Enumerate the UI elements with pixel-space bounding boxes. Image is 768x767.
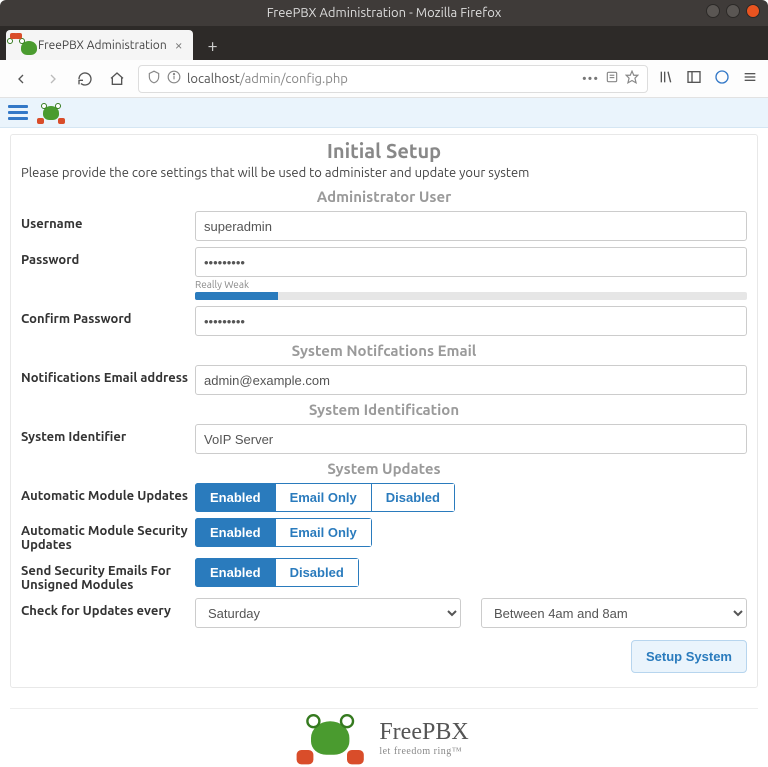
- page-actions-icon[interactable]: •••: [582, 72, 599, 86]
- tab-close-icon[interactable]: ×: [175, 37, 183, 53]
- section-sys-ident: System Identification: [21, 401, 747, 418]
- label-auto-module-sec-updates: Automatic Module Security Updates: [21, 518, 195, 552]
- page-title: Initial Setup: [21, 139, 747, 162]
- freepbx-logo-icon[interactable]: [38, 103, 64, 123]
- row-auto-module-sec-updates: Automatic Module Security Updates Enable…: [21, 518, 747, 552]
- setup-card: Initial Setup Please provide the core se…: [10, 134, 758, 688]
- reload-button[interactable]: [74, 68, 96, 90]
- hamburger-icon[interactable]: [742, 69, 758, 88]
- new-tab-button[interactable]: +: [199, 32, 227, 60]
- btn-disabled[interactable]: Disabled: [372, 483, 455, 512]
- btn-enabled[interactable]: Enabled: [195, 483, 276, 512]
- label-notif-email: Notifications Email address: [21, 365, 195, 385]
- forward-button[interactable]: [42, 68, 64, 90]
- auto-module-updates-group: Enabled Email Only Disabled: [195, 483, 455, 512]
- tab-strip: FreePBX Administration × +: [0, 26, 768, 60]
- send-sec-emails-group: Enabled Disabled: [195, 558, 359, 587]
- section-admin-user: Administrator User: [21, 188, 747, 205]
- label-password: Password: [21, 247, 195, 267]
- profile-icon[interactable]: [714, 69, 730, 88]
- back-button[interactable]: [10, 68, 32, 90]
- shield-icon: [147, 70, 161, 87]
- update-window-select[interactable]: Between 4am and 8am: [481, 598, 747, 628]
- brand-footer: FreePBX let freedom ring™: [10, 708, 758, 767]
- page-subtitle: Please provide the core settings that wi…: [21, 166, 747, 180]
- favicon-icon: [16, 38, 30, 52]
- auto-module-sec-updates-group: Enabled Email Only: [195, 518, 372, 547]
- app-menu-icon[interactable]: [8, 102, 30, 124]
- page-content: Initial Setup Please provide the core se…: [0, 128, 768, 767]
- reader-icon[interactable]: [605, 70, 619, 87]
- setup-system-button[interactable]: Setup System: [631, 640, 747, 673]
- notif-email-input[interactable]: [195, 365, 747, 395]
- window-titlebar: FreePBX Administration - Mozilla Firefox: [0, 0, 768, 26]
- minimize-icon[interactable]: [706, 4, 720, 18]
- library-icon[interactable]: [658, 69, 674, 88]
- btn-enabled[interactable]: Enabled: [195, 518, 276, 547]
- section-sys-updates: System Updates: [21, 460, 747, 477]
- brand-name: FreePBX: [379, 719, 468, 746]
- confirm-password-input[interactable]: [195, 306, 747, 336]
- btn-email-only[interactable]: Email Only: [276, 518, 372, 547]
- bookmark-icon[interactable]: [625, 70, 639, 87]
- window-title: FreePBX Administration - Mozilla Firefox: [267, 6, 502, 20]
- btn-enabled[interactable]: Enabled: [195, 558, 276, 587]
- update-day-select[interactable]: Saturday: [195, 598, 461, 628]
- password-input[interactable]: [195, 247, 747, 277]
- maximize-icon[interactable]: [726, 4, 740, 18]
- url-text: localhost/admin/config.php: [187, 72, 576, 86]
- btn-email-only[interactable]: Email Only: [276, 483, 372, 512]
- row-check-updates: Check for Updates every Saturday Between…: [21, 598, 747, 628]
- browser-tab[interactable]: FreePBX Administration ×: [6, 30, 193, 60]
- label-confirm-password: Confirm Password: [21, 306, 195, 326]
- toolbar-right: [658, 69, 758, 88]
- browser-toolbar: localhost/admin/config.php •••: [0, 60, 768, 98]
- row-send-sec-emails: Send Security Emails For Unsigned Module…: [21, 558, 747, 592]
- sidebar-icon[interactable]: [686, 69, 702, 88]
- row-notif-email: Notifications Email address: [21, 365, 747, 395]
- tab-label: FreePBX Administration: [38, 39, 167, 52]
- label-send-sec-emails: Send Security Emails For Unsigned Module…: [21, 558, 195, 592]
- row-confirm-password: Confirm Password: [21, 306, 747, 336]
- section-notif-email: System Notifcations Email: [21, 342, 747, 359]
- label-check-updates: Check for Updates every: [21, 598, 195, 618]
- system-identifier-input[interactable]: [195, 424, 747, 454]
- label-auto-module-updates: Automatic Module Updates: [21, 483, 195, 503]
- close-icon[interactable]: [746, 4, 760, 18]
- address-bar[interactable]: localhost/admin/config.php •••: [138, 65, 648, 93]
- btn-disabled[interactable]: Disabled: [276, 558, 359, 587]
- row-password: Password Really Weak: [21, 247, 747, 300]
- username-input[interactable]: [195, 211, 747, 241]
- strength-label: Really Weak: [195, 279, 747, 290]
- window-controls: [706, 4, 760, 18]
- row-system-identifier: System Identifier: [21, 424, 747, 454]
- app-bar: [0, 98, 768, 128]
- label-username: Username: [21, 211, 195, 231]
- home-button[interactable]: [106, 68, 128, 90]
- label-system-identifier: System Identifier: [21, 424, 195, 444]
- row-username: Username: [21, 211, 747, 241]
- password-strength: Really Weak: [195, 279, 747, 300]
- row-auto-module-updates: Automatic Module Updates Enabled Email O…: [21, 483, 747, 512]
- freepbx-footer-logo-icon: [299, 714, 361, 762]
- brand-tagline: let freedom ring™: [379, 746, 468, 757]
- info-icon[interactable]: [167, 70, 181, 87]
- strength-fill: [195, 292, 278, 300]
